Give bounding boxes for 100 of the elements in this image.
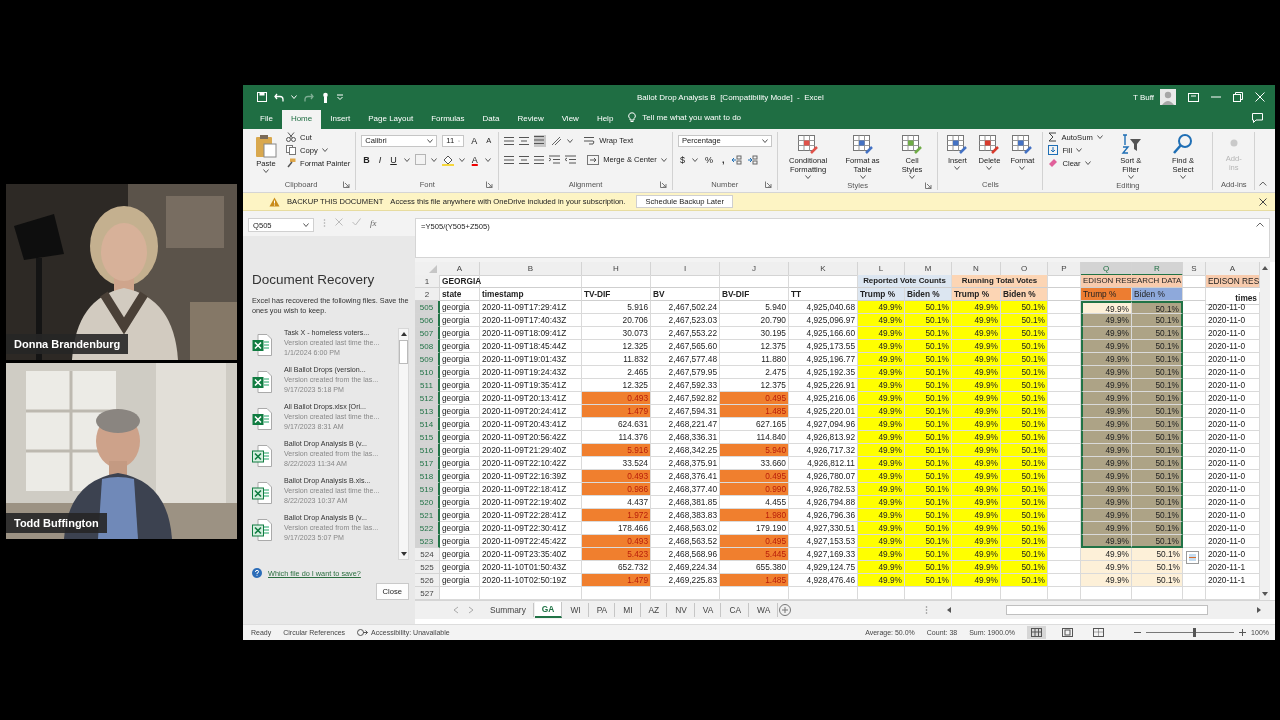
indent-decrease-icon[interactable]	[549, 154, 561, 165]
align-bottom-icon[interactable]	[534, 134, 547, 147]
align-left-icon[interactable]	[504, 154, 515, 165]
scrollbar[interactable]	[945, 604, 1263, 616]
row-header[interactable]: 507	[415, 327, 440, 340]
row-header[interactable]: 509	[415, 353, 440, 366]
save-icon[interactable]	[257, 92, 267, 102]
row-header[interactable]: 524	[415, 548, 440, 561]
sheet-tab[interactable]: WI	[563, 603, 589, 617]
scroll-right-icon[interactable]	[1255, 606, 1263, 614]
row-header[interactable]: 527	[415, 587, 440, 600]
column-header[interactable]: N	[952, 262, 1001, 276]
column-header[interactable]: I	[651, 262, 720, 276]
comments-icon[interactable]	[1252, 113, 1263, 123]
percent-button[interactable]: %	[702, 153, 715, 166]
ribbon-tab[interactable]: Home	[281, 110, 322, 129]
row-header[interactable]: 518	[415, 470, 440, 483]
tell-me-box[interactable]: Tell me what you want to do	[622, 112, 748, 129]
column-header[interactable]: B	[480, 262, 582, 276]
add-sheet-icon[interactable]	[779, 604, 792, 616]
scroll-down-icon[interactable]	[399, 550, 408, 558]
ribbon-tab[interactable]: Formulas	[422, 110, 474, 129]
scrollbar[interactable]	[1260, 262, 1270, 600]
scroll-up-icon[interactable]	[1261, 264, 1269, 272]
column-header[interactable]: L	[858, 262, 905, 276]
scroll-down-icon[interactable]	[1261, 590, 1269, 598]
ribbon-tab[interactable]: Page Layout	[359, 110, 423, 129]
italic-button[interactable]: I	[376, 153, 384, 166]
sheet-tab[interactable]: GA	[534, 602, 563, 618]
row-header[interactable]: 519	[415, 483, 440, 496]
comma-style-button[interactable]: ,	[719, 153, 727, 166]
slider-thumb[interactable]	[1193, 628, 1197, 637]
align-right-icon[interactable]	[534, 154, 545, 165]
row-header[interactable]: 515	[415, 431, 440, 444]
row-header[interactable]: 506	[415, 314, 440, 327]
column-header[interactable]: P	[1048, 262, 1081, 276]
sheet-tab[interactable]: CA	[722, 603, 750, 617]
zoom-out-icon[interactable]	[1134, 629, 1142, 636]
ribbon-tab[interactable]: Review	[508, 110, 553, 129]
row-header[interactable]: 517	[415, 457, 440, 470]
column-header[interactable]: J	[720, 262, 789, 276]
bold-button[interactable]: B	[361, 153, 372, 166]
row-header[interactable]: 522	[415, 522, 440, 535]
customize-icon[interactable]	[337, 94, 343, 100]
column-header[interactable]: H	[582, 262, 651, 276]
column-header[interactable]: Q	[1081, 262, 1132, 276]
restore-icon[interactable]	[1233, 92, 1243, 102]
ribbon-tab[interactable]: Help	[587, 110, 623, 129]
increase-font-button[interactable]: A	[469, 134, 480, 147]
decrease-decimal-icon[interactable]	[747, 154, 759, 165]
ribbon-tab[interactable]: Insert	[321, 110, 360, 129]
scroll-thumb[interactable]	[1006, 605, 1208, 615]
undo-icon[interactable]	[274, 92, 284, 102]
align-middle-icon[interactable]	[519, 135, 530, 146]
dialog-launcher-icon[interactable]	[659, 181, 667, 188]
ribbon-display-icon[interactable]	[1188, 92, 1199, 102]
column-header[interactable]: S	[1183, 262, 1206, 276]
align-center-icon[interactable]	[519, 154, 530, 165]
sheet-tab[interactable]: MI	[616, 603, 641, 617]
ribbon-tab[interactable]: View	[552, 110, 588, 129]
fill-color-icon[interactable]	[441, 153, 454, 166]
currency-button[interactable]: $	[677, 153, 687, 166]
row-header[interactable]: 516	[415, 444, 440, 457]
touch-mode-icon[interactable]	[321, 91, 330, 103]
redo-icon[interactable]	[304, 92, 314, 102]
row-header[interactable]: 514	[415, 418, 440, 431]
collapse-icon[interactable]	[1256, 222, 1264, 227]
collapse-ribbon-icon[interactable]	[1259, 181, 1267, 186]
ribbon-tab[interactable]: File	[251, 110, 282, 129]
row-header[interactable]: 505	[415, 301, 440, 314]
sheet-tab[interactable]: Summary	[483, 603, 534, 617]
increase-decimal-icon[interactable]	[731, 154, 743, 165]
row-header[interactable]: 520	[415, 496, 440, 509]
row-header[interactable]: 1	[415, 275, 440, 288]
sheet-tab[interactable]: VA	[695, 603, 722, 617]
grip-icon[interactable]	[925, 605, 928, 615]
row-header[interactable]: 2	[415, 288, 440, 301]
ribbon-tab[interactable]: Data	[473, 110, 509, 129]
row-header[interactable]: 508	[415, 340, 440, 353]
user-name[interactable]: T Buff	[1132, 92, 1154, 102]
orientation-icon[interactable]	[551, 135, 563, 146]
column-header[interactable]: K	[789, 262, 858, 276]
insert-function-button[interactable]: fx	[370, 218, 377, 228]
row-header[interactable]: 512	[415, 392, 440, 405]
scroll-left-icon[interactable]	[945, 606, 953, 614]
row-header[interactable]: 521	[415, 509, 440, 522]
sheet-tab[interactable]: WA	[750, 603, 779, 617]
sheet-tab[interactable]: AZ	[641, 603, 668, 617]
dialog-launcher-icon[interactable]	[486, 181, 494, 188]
row-header[interactable]: 523	[415, 535, 440, 548]
zoom-in-icon[interactable]	[1239, 629, 1247, 636]
column-header[interactable]: A	[440, 262, 480, 276]
font-color-button[interactable]: A	[469, 153, 480, 166]
column-header[interactable]: O	[1001, 262, 1048, 276]
row-header[interactable]: 513	[415, 405, 440, 418]
sheet-tab[interactable]: NV	[668, 603, 695, 617]
align-top-icon[interactable]	[504, 135, 515, 146]
scrollbar[interactable]	[398, 328, 409, 560]
dialog-launcher-icon[interactable]	[343, 181, 351, 188]
column-header[interactable]: R	[1132, 262, 1183, 276]
